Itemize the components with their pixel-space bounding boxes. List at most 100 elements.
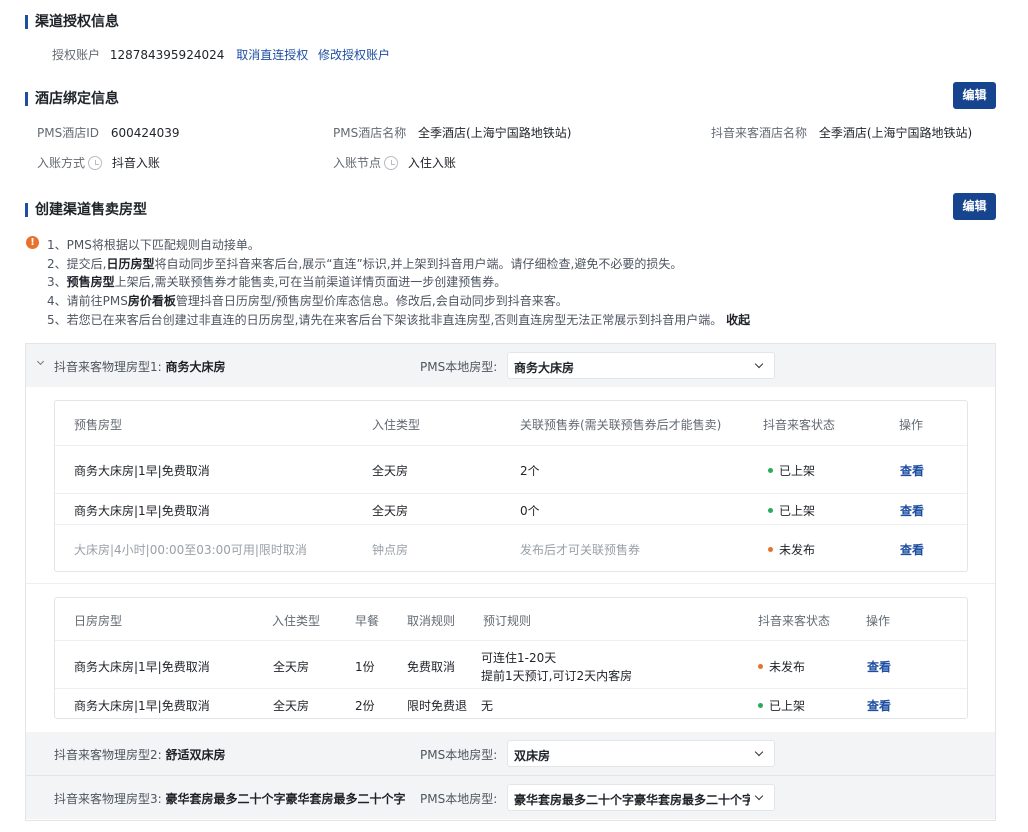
presale-room-table: 预售房型 入住类型 关联预售券(需关联预售券后才能售卖) 抖音来客状态 操作 商… — [54, 400, 968, 572]
price-board-link[interactable]: 房价看板 — [128, 294, 176, 308]
physical-room-label: 抖音来客物理房型1: — [54, 360, 162, 374]
entry-method: 入账方式 抖音入账 — [37, 154, 160, 171]
notice-text: 将自动同步至抖音来客后台,展示“直连”标识,并上架到抖音用户端。请仔细检查,避免… — [154, 257, 683, 271]
status-badge: 已上架 — [768, 502, 815, 519]
pms-hotel-name: PMS酒店名称 全季酒店(上海宁国路地铁站) — [333, 124, 571, 141]
pms-room-select-3[interactable]: 豪华套房最多二十个字豪华套房最多二十个字 — [507, 784, 775, 811]
divider — [55, 493, 967, 494]
header-action: 操作 — [899, 418, 924, 432]
auth-section-title: 渠道授权信息 — [25, 14, 119, 30]
status-dot-icon — [768, 508, 773, 513]
pms-room-label: PMS本地房型: — [420, 360, 498, 374]
view-button[interactable]: 查看 — [867, 658, 891, 675]
physical-room-1-row: 抖音来客物理房型1: 商务大床房 PMS本地房型: 商务大床房 — [26, 344, 995, 387]
hotel-section-title: 酒店绑定信息 — [25, 91, 119, 107]
pms-room-select-2[interactable]: 双床房 — [507, 740, 775, 767]
booking-rule-line-1: 无 — [481, 699, 494, 713]
status-dot-icon — [768, 547, 773, 552]
pms-hotel-name-label: PMS酒店名称 — [333, 126, 407, 140]
auth-account-label: 授权账户 — [52, 48, 101, 62]
voucher-count-cell: 发布后才可关联预售券 — [520, 543, 641, 557]
presale-room-cell: 大床房|4小时|00:00至03:00可用|限时取消 — [74, 543, 307, 557]
chevron-down-icon — [754, 359, 764, 369]
view-button[interactable]: 查看 — [900, 462, 924, 479]
douyin-hotel-name-value: 全季酒店(上海宁国路地铁站) — [818, 126, 973, 140]
clock-icon — [88, 156, 103, 170]
entry-method-value: 抖音入账 — [111, 156, 160, 170]
notice-bold: 预售房型 — [66, 275, 115, 289]
header-checkin-type: 入住类型 — [372, 418, 421, 432]
notice-text: 4、请前往PMS — [47, 294, 128, 308]
physical-room-label: 抖音来客物理房型2: — [54, 748, 162, 762]
chevron-down-icon — [754, 747, 764, 757]
collapse-link[interactable]: 收起 — [726, 313, 750, 327]
status-text: 已上架 — [779, 464, 816, 478]
chevron-down-icon[interactable] — [36, 357, 45, 366]
status-badge: 已上架 — [758, 697, 805, 714]
notice-text: 上架后,需关联预售券才能售卖,可在当前渠道详情页面进一步创建预售券。 — [114, 275, 507, 289]
warning-icon: ! — [26, 236, 39, 249]
presale-room-cell: 商务大床房|1早|免费取消 — [74, 504, 210, 518]
pms-room-select-value: 商务大床房 — [514, 361, 575, 375]
divider — [55, 445, 967, 446]
auth-account-value: 128784395924024 — [109, 48, 225, 62]
notice-line-1: 1、PMS将根据以下匹配规则自动接单。 — [47, 238, 260, 252]
view-button[interactable]: 查看 — [900, 502, 924, 519]
checkin-type-cell: 全天房 — [372, 464, 409, 478]
status-dot-icon — [758, 703, 763, 708]
status-text: 未发布 — [769, 660, 806, 674]
checkin-type-cell: 全天房 — [372, 504, 409, 518]
pms-room-label: PMS本地房型: — [420, 792, 498, 806]
hotel-edit-button[interactable]: 编辑 — [953, 82, 996, 109]
calendar-room-cell: 商务大床房|1早|免费取消 — [74, 699, 210, 713]
header-checkin-type: 入住类型 — [272, 614, 321, 628]
entry-node: 入账节点 入住入账 — [333, 154, 456, 171]
douyin-hotel-name-label: 抖音来客酒店名称 — [711, 126, 808, 140]
physical-room-name: 舒适双床房 — [165, 748, 226, 762]
cancel-rule-cell: 限时免费退 — [407, 699, 468, 713]
notice-line-2: 2、提交后,日历房型将自动同步至抖音来客后台,展示“直连”标识,并上架到抖音用户… — [47, 255, 682, 272]
pms-hotel-id-value: 600424039 — [110, 126, 180, 140]
create-edit-button[interactable]: 编辑 — [953, 193, 996, 220]
breakfast-cell: 1份 — [355, 660, 375, 674]
physical-room-name: 豪华套房最多二十个字豪华套房最多二十个字 — [165, 792, 406, 806]
notice-text: 5、若您已在来客后台创建过非直连的日历房型,请先在来客后台下架该批非直连房型,否… — [47, 313, 723, 327]
notice-text: 3、 — [47, 275, 67, 289]
notice-line-5: 5、若您已在来客后台创建过非直连的日历房型,请先在来客后台下架该批非直连房型,否… — [47, 311, 750, 328]
pms-hotel-id: PMS酒店ID 600424039 — [37, 124, 180, 141]
notice-text: 管理抖音日历房型/预售房型价库态信息。修改后,会自动同步到抖音来客。 — [175, 294, 568, 308]
voucher-count-cell: 0个 — [520, 504, 540, 518]
booking-rule-line-1: 可连住1-20天 — [481, 651, 557, 665]
status-badge: 未发布 — [758, 658, 805, 675]
header-booking-rule: 预订规则 — [483, 614, 532, 628]
divider — [55, 688, 967, 689]
divider — [55, 640, 967, 641]
auth-account-row: 授权账户 128784395924024 取消直连授权 修改授权账户 — [52, 46, 390, 63]
status-text: 已上架 — [769, 699, 806, 713]
notice-text: 2、提交后, — [47, 257, 107, 271]
header-presale-room: 预售房型 — [74, 418, 123, 432]
pms-room-select-value: 双床房 — [514, 749, 551, 763]
view-button[interactable]: 查看 — [867, 697, 891, 714]
voucher-count-link[interactable]: 2个 — [520, 462, 540, 479]
physical-room-3-row[interactable]: 抖音来客物理房型3: 豪华套房最多二十个字豪华套房最多二十个字 PMS本地房型:… — [26, 776, 995, 819]
header-action: 操作 — [866, 614, 891, 628]
header-status: 抖音来客状态 — [758, 614, 831, 628]
header-calendar-room: 日房房型 — [74, 614, 123, 628]
pms-room-select-1[interactable]: 商务大床房 — [507, 352, 775, 379]
notice-bold: 日历房型 — [106, 257, 155, 271]
physical-room-label: 抖音来客物理房型3: — [54, 792, 162, 806]
calendar-room-cell: 商务大床房|1早|免费取消 — [74, 660, 210, 674]
physical-room-name: 商务大床房 — [165, 360, 226, 374]
chevron-down-icon — [754, 791, 764, 801]
presale-room-cell: 商务大床房|1早|免费取消 — [74, 464, 210, 478]
cancel-direct-auth-link[interactable]: 取消直连授权 — [236, 48, 308, 62]
status-dot-icon — [768, 468, 773, 473]
modify-auth-account-link[interactable]: 修改授权账户 — [318, 48, 390, 62]
status-badge: 未发布 — [768, 541, 815, 558]
douyin-hotel-name: 抖音来客酒店名称 全季酒店(上海宁国路地铁站) — [711, 124, 972, 141]
view-button[interactable]: 查看 — [900, 541, 924, 558]
status-dot-icon — [758, 664, 763, 669]
physical-room-2-row[interactable]: 抖音来客物理房型2: 舒适双床房 PMS本地房型: 双床房 — [26, 732, 995, 775]
notice-line-3: 3、预售房型上架后,需关联预售券才能售卖,可在当前渠道详情页面进一步创建预售券。 — [47, 273, 506, 290]
